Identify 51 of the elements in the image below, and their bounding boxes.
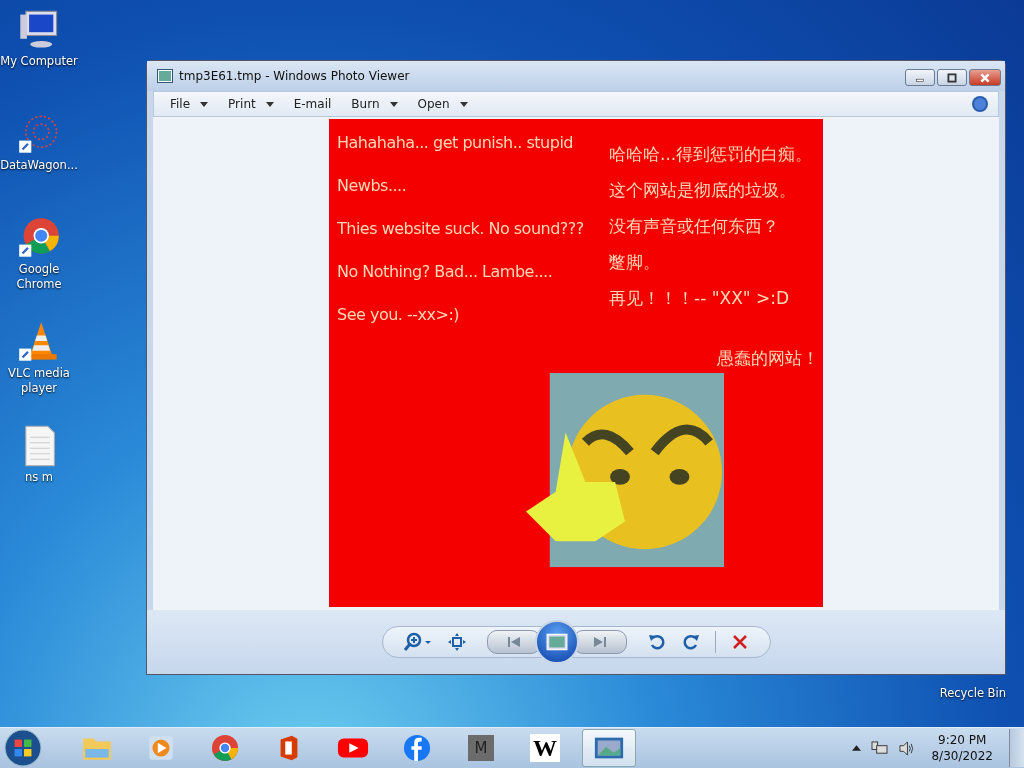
image-text: 没有声音或任何东西？ [609,215,780,238]
desktop-icon-label[interactable]: My Computer [0,54,78,69]
image-text: Newbs.... [337,176,408,195]
image-text: 哈哈哈...得到惩罚的白痴。 [609,143,814,166]
zoom-icon[interactable] [402,632,433,652]
image-text: 愚蠢的网站！ [717,347,819,370]
speaker-icon[interactable] [898,740,916,756]
image-text: 蹩脚。 [609,251,661,274]
desktop-icon-label[interactable]: DataWagon... [0,158,78,173]
minimize-button[interactable] [905,69,935,86]
fit-window-icon[interactable] [446,632,467,652]
menu-item[interactable]: E-mail [287,97,342,111]
menu-item[interactable]: Print [222,97,284,111]
help-icon[interactable] [970,94,990,114]
menu-item[interactable]: File [164,97,219,111]
window-title: tmp3E61.tmp - Windows Photo Viewer [179,69,411,83]
picture-icon [157,69,173,83]
taskbar-button[interactable]: W [518,729,572,767]
image-text: 这个网站是彻底的垃圾。 [609,179,797,202]
app-letter-icon: W [530,734,560,762]
chrome-icon[interactable] [17,216,61,260]
taskbar-button[interactable] [582,729,636,767]
clock-time[interactable]: 9:20 PM [938,732,987,748]
start-button[interactable] [4,729,42,767]
show-desktop-button[interactable] [1009,729,1024,767]
facebook-icon [401,734,433,762]
image-text: Thies website suck. No sound??? [337,219,584,238]
maximize-icon [946,72,958,83]
desktop-icon-label[interactable]: ns m [24,470,54,485]
network-icon[interactable] [871,740,889,756]
desktop-icon-label[interactable]: VLC media player [0,366,78,396]
slideshow-button[interactable] [534,620,579,664]
close-icon [979,72,991,83]
menu-item[interactable]: Open [411,97,478,111]
app-letter-icon: M [468,735,494,761]
menu-item[interactable]: Burn [345,97,408,111]
clock-date[interactable]: 8/30/2022 [931,748,993,764]
maximize-button[interactable] [937,69,967,86]
close-button[interactable] [969,69,1001,86]
image-text: Hahahaha... get punish.. stupid [337,133,574,152]
image-text: See you. --xx>:) [337,305,461,324]
image-text: 再见！！！-- "XX" >:D [609,287,791,310]
show-hidden-icons-icon[interactable] [852,745,862,751]
skip-back-icon [505,636,522,648]
skip-forward-icon [591,636,608,648]
desktop-icon-label[interactable]: Recycle Bin [939,686,1006,700]
picture-icon [545,633,568,651]
image-text: No Nothing? Bad... Lambe.... [337,262,554,281]
desktop-icon-label[interactable]: Google Chrome [0,262,78,292]
chrome-icon [209,734,241,762]
rotate-left-icon[interactable] [646,632,667,652]
